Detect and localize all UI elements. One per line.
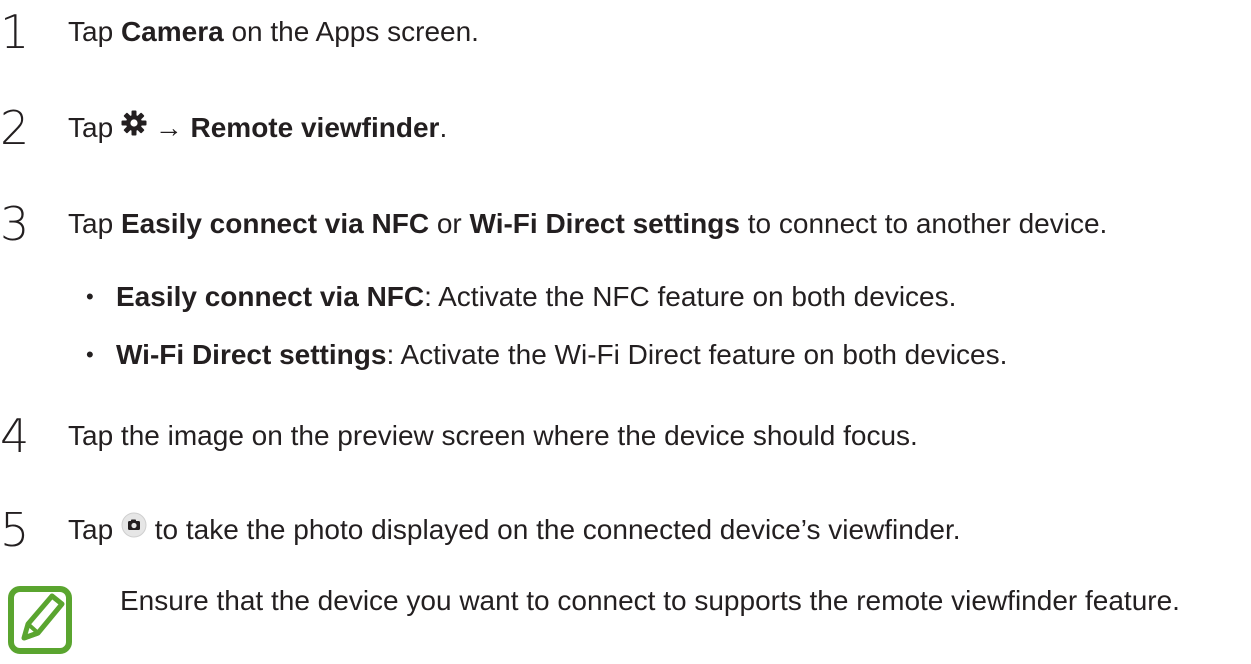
- bullet-wifi-direct: • Wi-Fi Direct settings: Activate the Wi…: [0, 330, 1251, 380]
- camera-shutter-icon: [121, 499, 147, 559]
- arrow-separator: →: [146, 112, 191, 143]
- step-text-part: Tap: [68, 112, 121, 143]
- step-text: Tap Easily connect via NFC or Wi-Fi Dire…: [68, 194, 1107, 254]
- step-number: 3: [0, 197, 30, 251]
- step-text: Tap Camera on the Apps screen.: [68, 2, 479, 62]
- bullet-term: Easily connect via NFC: [116, 281, 425, 312]
- bullet-term: Wi-Fi Direct settings: [116, 339, 387, 370]
- note-text: Ensure that the device you want to conne…: [120, 585, 1180, 616]
- step-2: 2 Tap → Remote viewfinder.: [0, 98, 1251, 158]
- step-text-part: Tap: [68, 514, 121, 545]
- step-text-part: to connect to another device.: [739, 208, 1108, 239]
- bullet-text: Easily connect via NFC: Activate the NFC…: [116, 272, 956, 322]
- step-text-part: to take the photo displayed on the conne…: [146, 514, 961, 545]
- step-text: Tap → Remote viewfinder.: [68, 98, 447, 160]
- step-text: Tap to take the photo displayed on the c…: [68, 500, 961, 562]
- step-number: 4: [0, 409, 30, 463]
- gear-icon: [121, 97, 147, 157]
- step-1: 1 Tap Camera on the Apps screen.: [0, 2, 1251, 62]
- step-text-part: Tap: [68, 16, 121, 47]
- bullet-description: : Activate the Wi-Fi Direct feature on b…: [386, 339, 1008, 370]
- camera-label: Camera: [120, 16, 224, 47]
- step-3: 3 Tap Easily connect via NFC or Wi-Fi Di…: [0, 194, 1251, 254]
- note-pencil-icon: [8, 586, 74, 656]
- manual-page: { "steps": [ { "num": "1", "pre": "Tap "…: [0, 0, 1251, 664]
- step-number: 1: [0, 5, 30, 59]
- step-text-part: on the Apps screen.: [223, 16, 479, 47]
- step-text-part: Tap: [68, 208, 121, 239]
- step-number: 2: [0, 101, 30, 155]
- step-text-part: or: [429, 208, 470, 239]
- bullet-text: Wi-Fi Direct settings: Activate the Wi-F…: [116, 330, 1007, 380]
- bullet-dot: •: [86, 284, 94, 309]
- bullet-description: : Activate the NFC feature on both devic…: [424, 281, 957, 312]
- bullet-nfc: • Easily connect via NFC: Activate the N…: [0, 272, 1251, 322]
- nfc-option-label: Easily connect via NFC: [120, 208, 430, 239]
- bullet-dot: •: [86, 342, 94, 367]
- note-box: Ensure that the device you want to conne…: [0, 582, 1251, 664]
- step-text-part: .: [439, 112, 448, 143]
- step-number: 5: [0, 503, 30, 557]
- step-4: 4 Tap the image on the preview screen wh…: [0, 406, 1251, 466]
- step-5: 5 Tap to take the photo displayed on the…: [0, 500, 1251, 560]
- wifi-direct-option-label: Wi-Fi Direct settings: [469, 208, 740, 239]
- remote-viewfinder-label: Remote viewfinder: [190, 112, 440, 143]
- step-text: Tap the image on the preview screen wher…: [68, 420, 918, 451]
